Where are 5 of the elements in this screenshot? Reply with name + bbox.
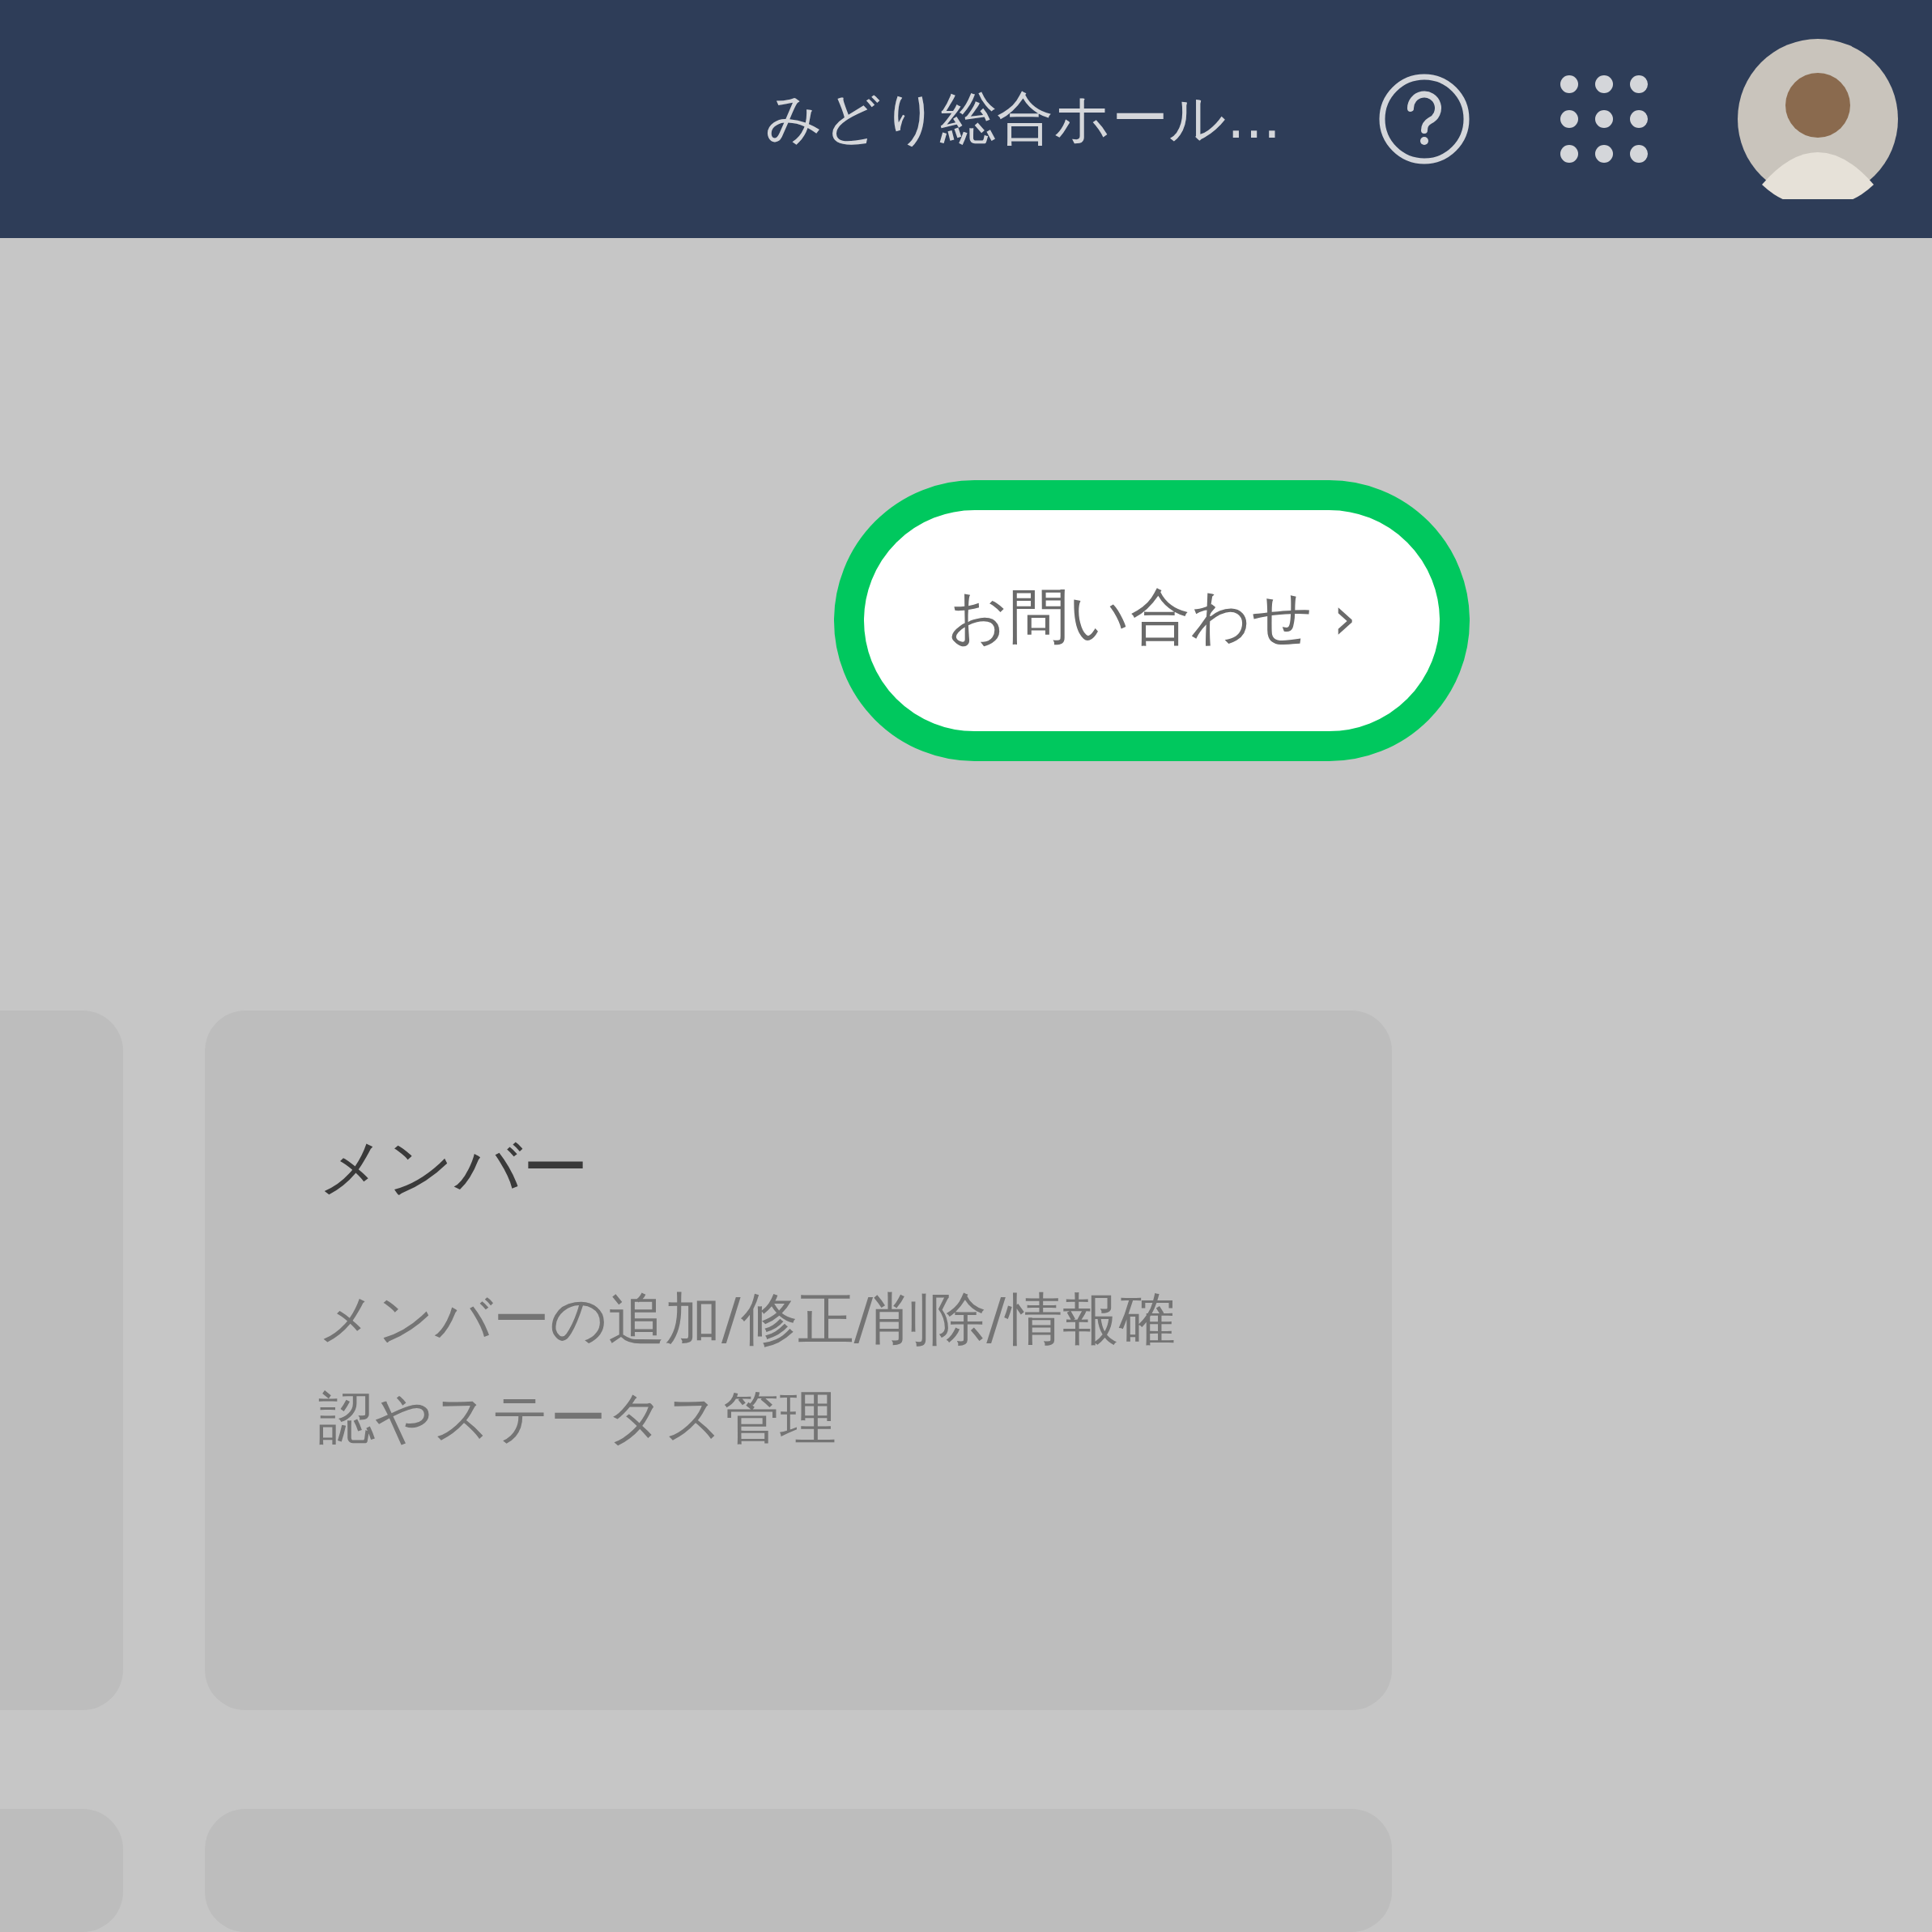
member-card[interactable]: メンバー メンバーの追加/修正/削除/情報確認やステータス管理 bbox=[205, 1011, 1392, 1710]
contact-button[interactable]: お問い合わせ › bbox=[834, 480, 1470, 761]
card-title: メンバー bbox=[318, 1128, 589, 1207]
header-title: みどり総合ホール... bbox=[765, 84, 1281, 153]
card-description: メンバーの追加/修正/削除/情報確認やステータス管理 bbox=[318, 1285, 1177, 1453]
